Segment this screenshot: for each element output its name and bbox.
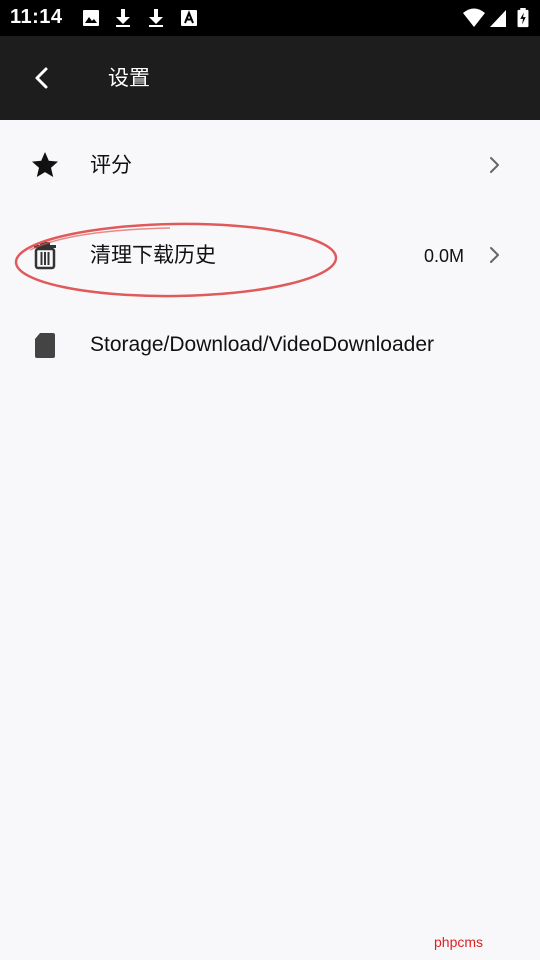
rate-label: 评分	[90, 153, 132, 177]
cell-signal-icon	[490, 10, 506, 27]
text-a-icon	[181, 10, 197, 26]
storage-path-label: Storage/Download/VideoDownloader	[90, 333, 435, 356]
trash-icon	[34, 242, 56, 270]
image-icon	[83, 10, 99, 26]
cache-size-value: 0.0M	[423, 246, 464, 266]
chevron-right-icon	[490, 247, 499, 263]
page-title: 设置	[108, 66, 150, 90]
status-time: 11:14	[10, 6, 63, 28]
app-bar: 设置	[0, 36, 540, 120]
back-arrow-icon[interactable]	[22, 56, 66, 100]
chevron-right-icon	[490, 157, 499, 173]
status-bar: 11:14	[0, 0, 540, 36]
star-icon	[32, 152, 58, 177]
settings-item-clear-history[interactable]: 清理下载历史 0.0M	[0, 210, 540, 300]
sd-card-icon	[35, 333, 55, 358]
settings-item-rate[interactable]: 评分	[0, 120, 540, 210]
watermark: phpcms	[434, 934, 484, 950]
clear-history-label: 清理下载历史	[90, 243, 216, 267]
settings-item-storage-path[interactable]: Storage/Download/VideoDownloader	[0, 300, 540, 390]
download-icon	[116, 9, 130, 27]
download-icon	[149, 9, 163, 27]
wifi-icon	[463, 8, 485, 27]
battery-charging-icon	[517, 8, 529, 28]
